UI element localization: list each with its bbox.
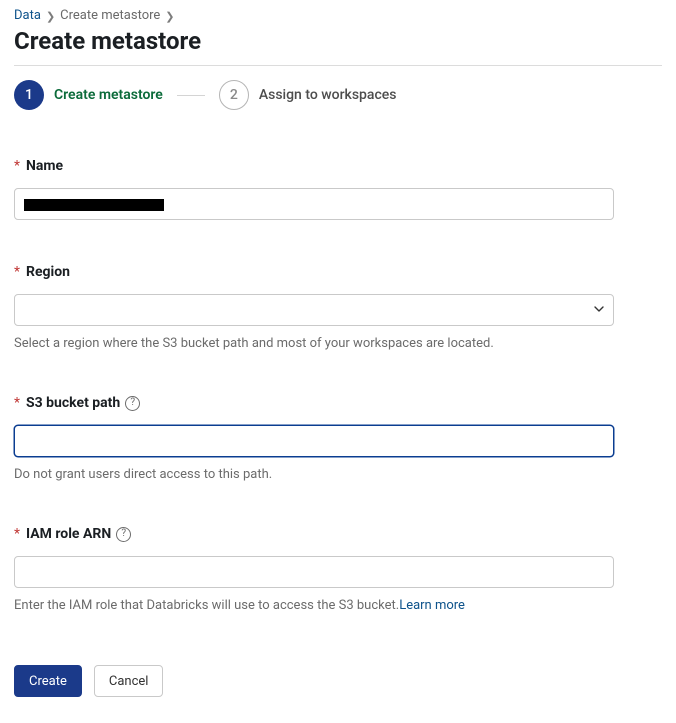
learn-more-link[interactable]: Learn more (399, 598, 465, 613)
breadcrumb-current[interactable]: Create metastore (60, 8, 160, 23)
iamrole-hint: Enter the IAM role that Databricks will … (14, 598, 662, 613)
s3path-label: * S3 bucket path ? (14, 395, 662, 411)
required-mark: * (14, 158, 20, 174)
page-title: Create metastore (14, 27, 662, 55)
field-name: * Name (14, 158, 662, 220)
field-s3-bucket-path: * S3 bucket path ? Do not grant users di… (14, 395, 662, 482)
hint-text: Enter the IAM role that Databricks will … (14, 598, 399, 613)
breadcrumb: Data ❯ Create metastore ❯ (14, 8, 662, 23)
step-assign-workspaces[interactable]: 2 Assign to workspaces (219, 80, 397, 110)
field-iam-role-arn: * IAM role ARN ? Enter the IAM role that… (14, 526, 662, 613)
step-label: Assign to workspaces (259, 87, 397, 103)
breadcrumb-root[interactable]: Data (14, 8, 41, 23)
label-text: S3 bucket path (26, 395, 120, 411)
region-label: * Region (14, 264, 662, 280)
label-text: Name (26, 158, 63, 174)
name-label: * Name (14, 158, 662, 174)
required-mark: * (14, 395, 20, 411)
chevron-right-icon: ❯ (165, 10, 174, 23)
step-number-active: 1 (14, 80, 44, 110)
label-text: IAM role ARN (26, 526, 111, 542)
field-region: * Region Select a region where the S3 bu… (14, 264, 662, 351)
region-select[interactable] (14, 294, 614, 326)
step-create-metastore[interactable]: 1 Create metastore (14, 80, 163, 110)
iamrole-label: * IAM role ARN ? (14, 526, 662, 542)
required-mark: * (14, 526, 20, 542)
required-mark: * (14, 264, 20, 280)
chevron-right-icon: ❯ (46, 10, 55, 23)
s3path-hint: Do not grant users direct access to this… (14, 467, 662, 482)
step-number-inactive: 2 (219, 80, 249, 110)
region-hint: Select a region where the S3 bucket path… (14, 336, 662, 351)
cancel-button[interactable]: Cancel (94, 665, 164, 697)
name-input[interactable] (14, 188, 614, 220)
redacted-value (24, 199, 164, 211)
actions: Create Cancel (14, 665, 662, 697)
step-connector (177, 95, 205, 96)
help-icon[interactable]: ? (116, 527, 131, 542)
help-icon[interactable]: ? (125, 396, 140, 411)
step-label: Create metastore (54, 87, 163, 103)
iam-role-arn-input[interactable] (14, 556, 614, 588)
label-text: Region (26, 264, 70, 280)
create-button[interactable]: Create (14, 665, 82, 697)
s3-bucket-path-input[interactable] (14, 425, 614, 457)
stepper: 1 Create metastore 2 Assign to workspace… (14, 66, 662, 114)
